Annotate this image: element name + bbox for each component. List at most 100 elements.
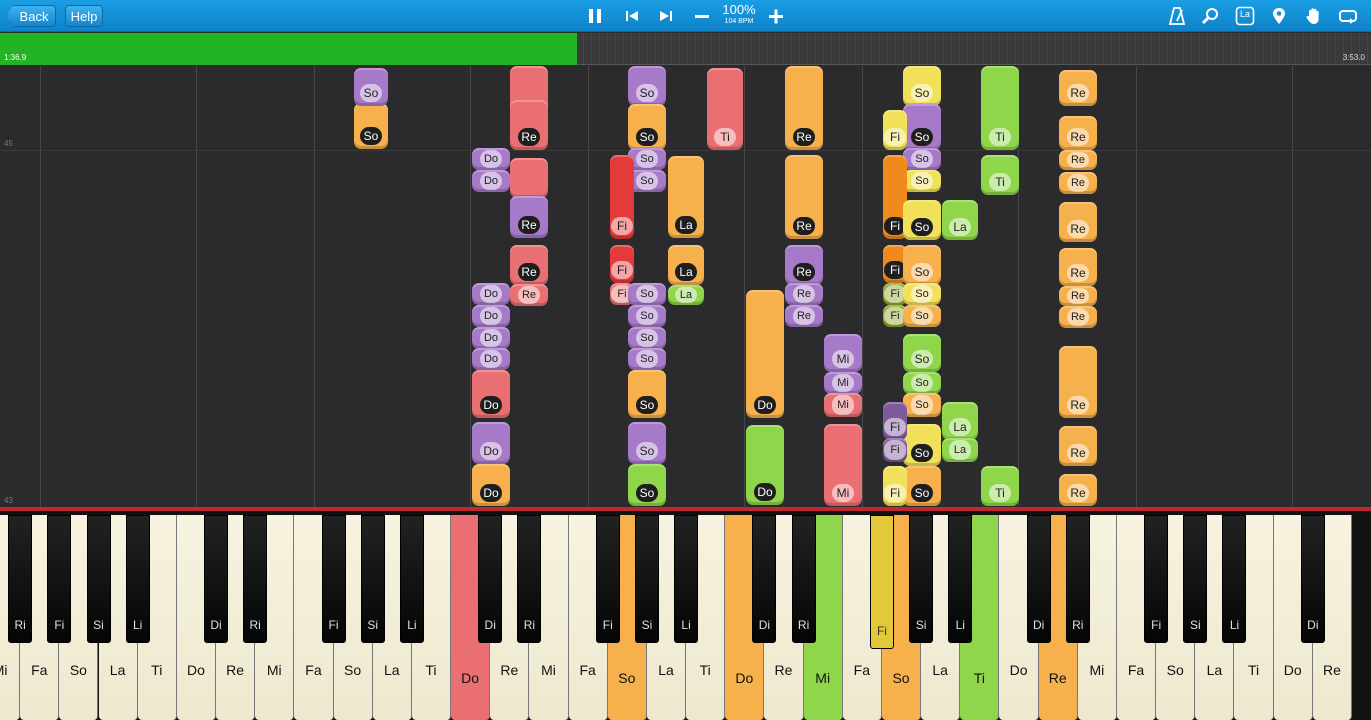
app-window: Back Help 100% 104 BPM La 1:36.9 3:53.0 … [0,0,1371,720]
key-label: Re [500,662,519,678]
key-label: Fi [328,618,339,632]
note-label: La [949,418,971,436]
note-block [510,158,548,198]
black-key[interactable]: Fi [321,515,346,643]
key-label: Do [1009,662,1028,678]
zoom-readout: 100% 104 BPM [712,3,766,26]
black-key[interactable]: Fi [595,515,620,643]
key-label: Fa [853,662,871,678]
progress-bar[interactable]: 1:36.9 3:53.0 [0,33,1371,65]
black-key[interactable]: Li [399,515,424,643]
black-key[interactable]: Ri [8,515,33,643]
note-label: Re [1067,288,1089,304]
black-key[interactable]: Di [1300,515,1325,643]
note-block: Re [1059,346,1097,418]
black-key[interactable]: Fi [1144,515,1169,643]
grid-line [862,66,863,507]
note-block: Re [1059,70,1097,106]
key-label: Ri [523,618,536,632]
black-key[interactable]: Li [674,515,699,643]
note-block: Do [472,148,510,170]
key-label: So [1166,662,1184,678]
note-label: Ti [714,128,736,146]
key-label: Fa [579,662,596,678]
black-key[interactable]: Di [204,515,229,643]
note-block: So [628,283,666,305]
key-label: So [892,670,910,686]
key-label: Mi [266,662,282,678]
note-block: So [903,200,941,240]
note-block: So [903,245,941,285]
black-key[interactable]: Si [360,515,385,643]
back-button[interactable]: Back [6,5,56,27]
black-key[interactable]: Di [1026,515,1051,643]
note-label: Re [793,285,815,303]
grid-line [1292,66,1293,507]
black-key[interactable]: Ri [517,515,542,643]
black-key[interactable]: Ri [791,515,816,643]
search-icon[interactable] [1198,4,1222,28]
zoom-in-icon[interactable] [764,4,788,28]
key-label: La [932,662,948,678]
note-block: Re [1059,150,1097,170]
key-label: Do [461,670,480,686]
note-label: So [911,128,933,146]
note-label: So [911,350,933,368]
note-block: Re [1059,116,1097,150]
black-key[interactable]: Li [1222,515,1247,643]
zoom-out-icon[interactable] [690,4,714,28]
metronome-icon[interactable] [1165,4,1189,28]
black-key[interactable]: Li [948,515,973,643]
pause-icon[interactable] [583,4,607,28]
note-block: Fi [610,245,634,283]
skip-forward-icon[interactable] [654,4,678,28]
note-block: So [903,104,941,150]
elapsed-time: 1:36.9 [4,53,27,62]
black-key[interactable]: Si [634,515,659,643]
hand-icon[interactable] [1302,4,1326,28]
black-key[interactable]: Ri [1065,515,1090,643]
key-label: Do [735,670,754,686]
note-block: Re [1059,286,1097,306]
note-block: So [354,68,388,106]
note-label-icon[interactable]: La [1233,4,1257,28]
piano-keyboard[interactable]: Mi Fa So La Ti Do Re Mi Fa So La Ti Do Re Mi Fa So La Ti Do… [0,507,1371,720]
progress-ticks [0,33,1371,65]
note-label: Re [793,217,815,235]
note-block: Do [472,348,510,370]
note-label: So [911,395,933,415]
note-block: Re [785,245,823,285]
black-key[interactable]: Si [1183,515,1208,643]
piano-roll: 45 43 So So Do Do Re Re Re Re Re Do Do Do Do Do Do Do So… [0,66,1371,507]
note-block: Ti [981,66,1019,150]
grid-line [470,66,471,507]
note-label: So [911,374,933,392]
black-key[interactable]: Di [478,515,503,643]
black-key[interactable]: Fi [47,515,72,643]
note-label: Do [480,442,502,460]
note-label: Re [1067,174,1089,192]
key-label: Ti [1247,662,1260,678]
note-label: So [636,442,658,460]
loop-icon[interactable] [1336,4,1360,28]
black-key[interactable]: Si [86,515,111,643]
note-block: Do [472,305,510,327]
location-pin-icon[interactable] [1267,4,1291,28]
note-label: So [636,128,658,146]
skip-back-icon[interactable] [620,4,644,28]
black-key[interactable]: Ri [243,515,268,643]
key-label: Fa [305,662,322,678]
key-label: Do [1283,662,1302,678]
key-label: Si [93,618,104,632]
black-key[interactable]: Li [125,515,150,643]
note-label: Re [1067,84,1089,102]
note-label: Mi [832,350,854,368]
note-label: Re [518,263,540,281]
note-block: So [903,66,941,106]
black-key[interactable]: Fi [869,515,894,649]
note-block: Do [472,422,510,464]
help-button[interactable]: Help [65,5,103,27]
black-key[interactable]: Di [752,515,777,643]
black-key[interactable]: Si [909,515,934,643]
note-label: Re [1067,484,1089,502]
